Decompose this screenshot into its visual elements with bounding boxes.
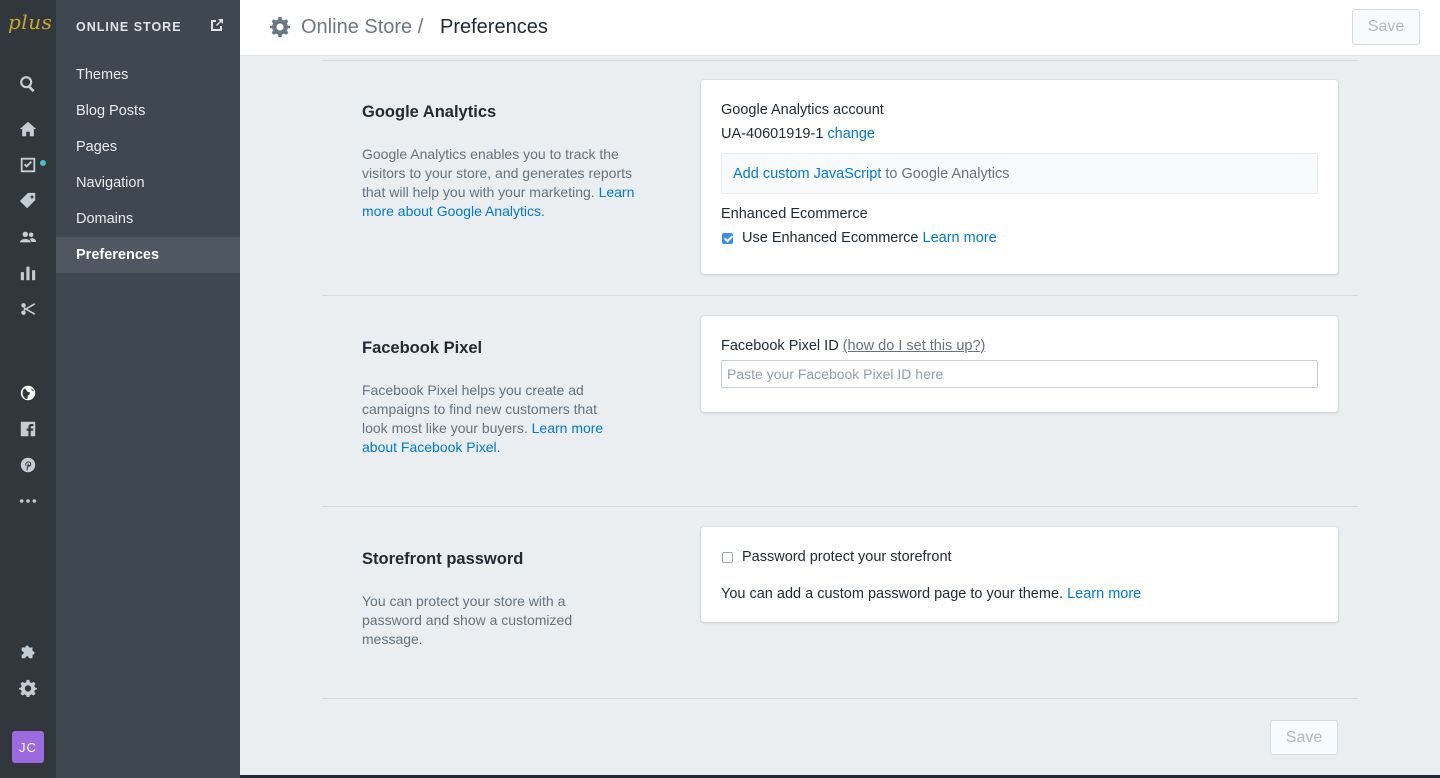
customers-icon[interactable] xyxy=(18,227,38,247)
discounts-icon[interactable] xyxy=(18,299,38,319)
settings-icon[interactable] xyxy=(18,678,38,698)
search-icon[interactable] xyxy=(18,74,38,94)
storefront-password-title: Storefront password xyxy=(362,550,524,568)
analytics-icon[interactable] xyxy=(18,263,38,283)
facebook-pixel-description: Facebook Pixel helps you create ad campa… xyxy=(362,381,624,457)
nav-item-blog-posts[interactable]: Blog Posts xyxy=(56,93,240,129)
nav-item-navigation[interactable]: Navigation xyxy=(56,165,240,201)
fb-pixel-id-label: Facebook Pixel ID xyxy=(721,338,839,354)
pinterest-icon[interactable] xyxy=(18,455,38,475)
breadcrumb-online-store[interactable]: Online Store / xyxy=(301,16,423,39)
password-learn-more-link[interactable]: Learn more xyxy=(1067,586,1141,602)
facebook-pixel-card: Facebook Pixel ID (how do I set this up?… xyxy=(701,316,1338,412)
save-button[interactable]: Save xyxy=(1352,9,1420,45)
ga-change-link[interactable]: change xyxy=(827,126,875,142)
enhanced-ecommerce-checkbox-label[interactable]: Use Enhanced Ecommerce xyxy=(742,230,919,246)
divider xyxy=(322,60,1358,61)
home-icon[interactable] xyxy=(18,119,38,139)
fb-pixel-id-input[interactable] xyxy=(721,360,1318,388)
apps-icon[interactable] xyxy=(18,642,38,662)
divider xyxy=(322,506,1358,507)
products-icon[interactable] xyxy=(18,191,38,211)
more-icon[interactable] xyxy=(18,491,38,511)
orders-icon[interactable] xyxy=(18,155,38,175)
ga-account-row: UA-40601919-1 change xyxy=(721,126,875,142)
nav-item-pages[interactable]: Pages xyxy=(56,129,240,165)
subnav-header: ONLINE STORE xyxy=(76,20,182,34)
google-analytics-title: Google Analytics xyxy=(362,103,497,121)
icon-rail: plus JC xyxy=(0,0,56,778)
ga-account-id: UA-40601919-1 xyxy=(721,126,824,142)
online-store-icon[interactable] xyxy=(18,383,38,403)
password-note: You can add a custom password page to yo… xyxy=(721,586,1064,602)
storefront-password-description: You can protect your store with a passwo… xyxy=(362,593,573,647)
enhanced-learn-more-link[interactable]: Learn more xyxy=(923,230,997,246)
custom-js-box: Add custom JavaScript to Google Analytic… xyxy=(721,153,1318,194)
top-bar: Online Store / Preferences Save xyxy=(240,0,1440,56)
plus-logo[interactable]: plus xyxy=(8,10,52,34)
user-avatar[interactable]: JC xyxy=(12,731,44,763)
settings-gear-icon xyxy=(270,17,290,37)
enhanced-ecommerce-label: Enhanced Ecommerce xyxy=(721,206,868,222)
ga-account-label: Google Analytics account xyxy=(721,102,884,118)
add-custom-js-link[interactable]: Add custom JavaScript xyxy=(733,166,881,182)
google-analytics-card: Google Analytics account UA-40601919-1 c… xyxy=(701,80,1338,274)
facebook-icon[interactable] xyxy=(18,419,38,439)
nav-item-themes[interactable]: Themes xyxy=(56,57,240,93)
external-link-icon[interactable] xyxy=(210,18,224,32)
password-protect-checkbox[interactable] xyxy=(722,552,733,563)
notification-dot xyxy=(40,160,46,166)
custom-js-suffix: to Google Analytics xyxy=(885,165,1010,182)
footer-save-button[interactable]: Save xyxy=(1270,720,1338,755)
nav-item-preferences[interactable]: Preferences xyxy=(56,237,240,273)
enhanced-ecommerce-row: Use Enhanced Ecommerce Learn more xyxy=(742,230,997,246)
storefront-password-card: Password protect your storefront You can… xyxy=(701,527,1338,622)
fb-pixel-label-row: Facebook Pixel ID (how do I set this up?… xyxy=(721,338,985,354)
online-store-subnav: ONLINE STORE Themes Blog Posts Pages Nav… xyxy=(56,0,240,778)
google-analytics-description: Google Analytics enables you to track th… xyxy=(362,145,642,221)
nav-item-domains[interactable]: Domains xyxy=(56,201,240,237)
fb-pixel-help-link[interactable]: (how do I set this up?) xyxy=(843,338,986,354)
page-title: Preferences xyxy=(440,16,548,38)
facebook-pixel-title: Facebook Pixel xyxy=(362,339,483,357)
password-protect-label[interactable]: Password protect your storefront xyxy=(742,549,952,565)
enhanced-ecommerce-checkbox[interactable] xyxy=(722,233,733,244)
ga-desc-text: Google Analytics enables you to track th… xyxy=(362,146,633,200)
password-note-row: You can add a custom password page to yo… xyxy=(721,586,1141,602)
divider xyxy=(322,295,1358,296)
divider xyxy=(322,698,1358,699)
